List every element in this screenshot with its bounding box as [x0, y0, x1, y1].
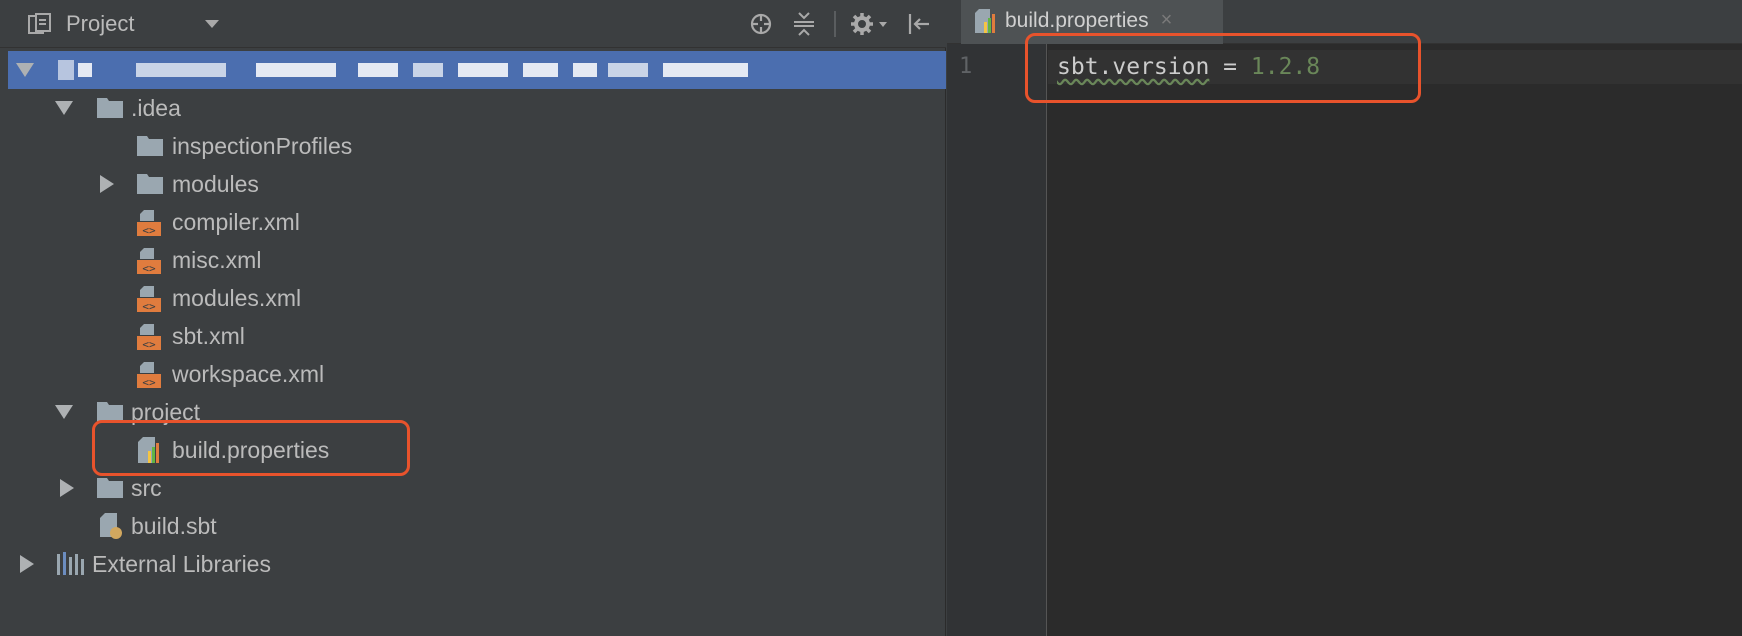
tree-item-label: .idea [131, 94, 181, 121]
svg-text:<>: <> [142, 338, 156, 351]
xml-file-icon: <> [136, 323, 162, 351]
collapsed-arrow-icon[interactable] [58, 479, 76, 497]
tree-item-label: inspectionProfiles [172, 132, 353, 159]
tree-item-label: External Libraries [92, 550, 271, 577]
tree-item-build-sbt[interactable]: build.sbt [8, 507, 946, 545]
tree-item-inspection-profiles-folder[interactable]: inspectionProfiles [8, 127, 946, 165]
property-operator: = [1209, 54, 1251, 80]
tree-item-label: src [131, 474, 162, 501]
folder-icon [96, 400, 123, 426]
folder-icon [96, 476, 123, 502]
folder-icon [96, 96, 123, 122]
project-panel-header: Project [0, 0, 946, 48]
locate-icon[interactable] [748, 11, 774, 37]
tree-item-build-properties[interactable]: build.properties [8, 431, 946, 469]
close-icon[interactable]: × [1161, 9, 1173, 32]
tree-item-label: workspace.xml [172, 360, 325, 387]
tree-item-project-folder[interactable]: project [8, 393, 946, 431]
sbt-file-icon [98, 512, 124, 539]
gear-icon[interactable] [850, 11, 890, 37]
properties-file-icon [973, 8, 997, 34]
svg-text:<>: <> [142, 376, 156, 389]
tree-item-label: compiler.xml [172, 208, 300, 235]
project-view-icon [28, 13, 52, 35]
xml-file-icon: <> [136, 361, 162, 389]
tree-item-misc-xml[interactable]: <> misc.xml [8, 241, 946, 279]
svg-text:<>: <> [142, 262, 156, 275]
tree-item-sbt-xml[interactable]: <> sbt.xml [8, 317, 946, 355]
expand-arrow-icon[interactable] [55, 403, 73, 421]
expand-arrow-icon[interactable] [16, 61, 34, 79]
xml-file-icon: <> [136, 247, 162, 275]
tab-build-properties[interactable]: build.properties × [961, 0, 1223, 44]
tree-item-label: modules [172, 170, 259, 197]
library-icon [55, 551, 84, 577]
expand-arrow-icon[interactable] [55, 99, 73, 117]
tree-item-label: sbt.xml [172, 322, 245, 349]
tree-item-modules-xml[interactable]: <> modules.xml [8, 279, 946, 317]
collapsed-arrow-icon[interactable] [98, 175, 116, 193]
collapsed-arrow-icon[interactable] [18, 555, 36, 573]
toolbar-separator [833, 11, 837, 37]
svg-text:<>: <> [142, 224, 156, 237]
chevron-down-icon[interactable] [205, 20, 219, 28]
property-value: 1.2.8 [1250, 54, 1321, 80]
xml-file-icon: <> [136, 285, 162, 313]
tree-item-workspace-xml[interactable]: <> workspace.xml [8, 355, 946, 393]
code-line[interactable]: sbt.version = 1.2.8 [1057, 50, 1320, 84]
project-tool-window: Project .idea inspectionProfiles modules… [0, 0, 946, 636]
tree-item-root[interactable] [8, 51, 946, 89]
tree-item-label: build.properties [172, 436, 330, 463]
tree-item-label: misc.xml [172, 246, 262, 273]
folder-icon [136, 134, 163, 160]
tree-item-idea-folder[interactable]: .idea [8, 89, 946, 127]
tab-label: build.properties [1005, 8, 1149, 32]
tree-item-external-libraries[interactable]: External Libraries [8, 545, 946, 583]
property-key: sbt.version [1057, 54, 1210, 80]
xml-file-icon: <> [136, 209, 162, 237]
hide-panel-icon[interactable] [906, 11, 932, 37]
tree-item-modules-folder[interactable]: modules [8, 165, 946, 203]
editor-tab-bar: build.properties × [947, 0, 1742, 44]
svg-text:<>: <> [142, 300, 156, 313]
tree-item-label: build.sbt [131, 512, 217, 539]
folder-icon [136, 172, 163, 198]
tree-item-label: modules.xml [172, 284, 302, 311]
tree-item-label: project [131, 398, 201, 425]
project-view-selector[interactable]: Project [28, 0, 134, 48]
tree-item-compiler-xml[interactable]: <> compiler.xml [8, 203, 946, 241]
properties-file-icon [136, 436, 162, 463]
obscured-root-label [58, 60, 798, 80]
panel-title: Project [66, 11, 135, 36]
editor-area: build.properties × 1 sbt.version = 1.2.8 [947, 0, 1742, 636]
tree-item-src-folder[interactable]: src [8, 469, 946, 507]
line-number: 1 [959, 54, 973, 79]
collapse-all-icon[interactable] [791, 11, 817, 37]
line-number-gutter: 1 [947, 44, 1047, 636]
